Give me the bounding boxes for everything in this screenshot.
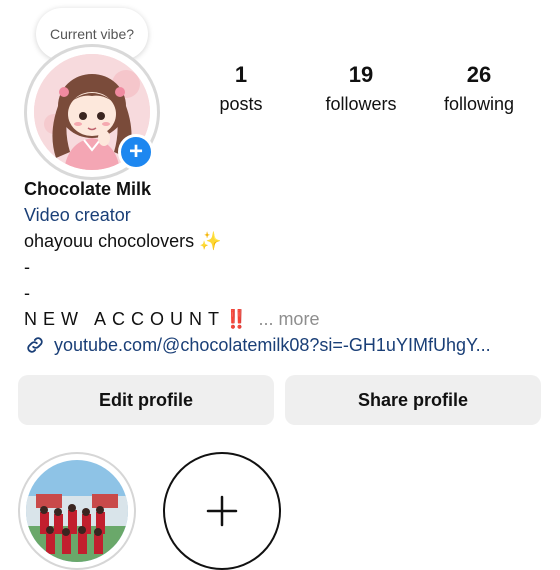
new-highlight-button[interactable] <box>163 452 281 570</box>
followers-count: 19 <box>348 62 374 87</box>
following-label: following <box>443 94 515 114</box>
stat-posts[interactable]: 1 posts <box>186 62 296 116</box>
bio-new-account: NEW ACCOUNT‼️ <box>24 309 254 329</box>
bio-line-3: - <box>24 283 30 303</box>
stat-followers[interactable]: 19 followers <box>306 62 416 116</box>
followers-label: followers <box>325 94 397 114</box>
plus-icon: + <box>128 138 143 165</box>
link-icon <box>27 337 43 353</box>
story-highlight[interactable] <box>26 460 128 562</box>
posts-count: 1 <box>234 62 248 87</box>
profile-name: Chocolate Milk <box>24 179 152 199</box>
profile-link[interactable]: youtube.com/@chocolatemilk08?si=-GH1uYIM… <box>24 332 544 358</box>
add-story-button[interactable]: + <box>118 134 154 170</box>
profile-category: Video creator <box>24 205 131 225</box>
bio-line-1: ohayouu chocolovers ✨ <box>24 231 222 251</box>
bio-section: Chocolate Milk Video creator ohayouu cho… <box>24 176 544 358</box>
following-count: 26 <box>466 62 492 87</box>
profile-link-text: youtube.com/@chocolatemilk08?si=-GH1uYIM… <box>54 335 491 355</box>
highlight-thumbnail <box>26 460 128 562</box>
plus-icon <box>206 495 238 527</box>
stat-following[interactable]: 26 following <box>424 62 534 116</box>
edit-profile-button[interactable]: Edit profile <box>18 375 274 425</box>
bio-more-link[interactable]: ... more <box>258 309 319 329</box>
posts-label: posts <box>219 94 263 114</box>
bio-line-2: - <box>24 257 30 277</box>
note-text: Current vibe? <box>49 26 135 42</box>
share-profile-button[interactable]: Share profile <box>285 375 541 425</box>
bio-line-4[interactable]: NEW ACCOUNT‼️ ... more <box>24 306 544 332</box>
